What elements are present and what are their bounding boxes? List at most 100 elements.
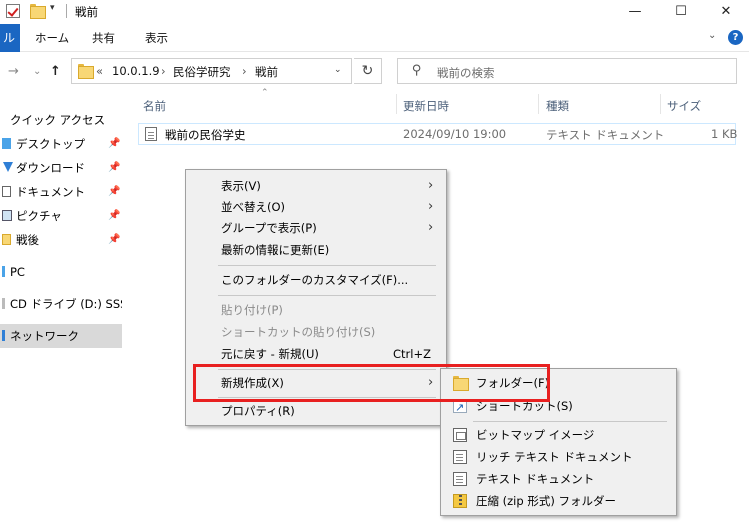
new-folder-icon[interactable]: [30, 4, 46, 19]
submenu-item-text-document[interactable]: テキスト ドキュメント: [443, 468, 675, 490]
submenu-arrow-icon: ›: [428, 199, 434, 214]
menu-item-label: グループで表示(P): [221, 221, 317, 235]
nav-item-label: ダウンロード: [16, 161, 85, 175]
address-overflow[interactable]: «: [96, 64, 103, 78]
help-icon[interactable]: ?: [728, 30, 743, 45]
network-icon: [2, 330, 5, 341]
back-arrow-icon[interactable]: →: [8, 64, 19, 79]
folder-icon: [2, 234, 11, 245]
address-dropdown-icon[interactable]: ⌄: [334, 65, 342, 75]
search-input[interactable]: ⚲ 戦前の検索: [397, 58, 737, 84]
tab-share[interactable]: 共有: [92, 24, 115, 52]
menu-item-shortcut: Ctrl+Z: [393, 347, 431, 361]
pin-icon: 📌: [108, 210, 121, 221]
file-type: テキスト ドキュメント: [546, 128, 665, 142]
nav-item-label: ネットワーク: [10, 329, 79, 343]
text-file-icon: [145, 127, 157, 141]
file-modified: 2024/09/10 19:00: [403, 127, 507, 141]
submenu-item-rich-text[interactable]: リッチ テキスト ドキュメント: [443, 446, 675, 468]
maximize-button[interactable]: ☐: [658, 0, 704, 24]
column-header-type[interactable]: 種類: [546, 98, 569, 114]
menu-item-group-by[interactable]: グループで表示(P) ›: [188, 217, 444, 239]
download-icon: [3, 162, 13, 172]
text-document-icon: [453, 472, 467, 486]
menu-item-label: ショートカットの貼り付け(S): [221, 325, 376, 339]
nav-item-label: ドキュメント: [16, 185, 85, 199]
menu-item-paste: 貼り付け(P): [188, 299, 444, 321]
highlight-box: [193, 364, 550, 402]
menu-item-view[interactable]: 表示(V) ›: [188, 175, 444, 197]
nav-item-network[interactable]: ネットワーク: [0, 324, 122, 348]
search-placeholder: 戦前の検索: [437, 66, 495, 80]
ribbon-expand-chevron-icon[interactable]: ⌄: [708, 30, 716, 41]
tab-view[interactable]: 表示: [145, 24, 168, 52]
ribbon-tabs: ル ホーム 共有 表示 ⌄ ?: [0, 24, 749, 52]
documents-icon: [2, 186, 11, 197]
rich-text-icon: [453, 450, 467, 464]
submenu-item-zip-folder[interactable]: 圧縮 (zip 形式) フォルダー: [443, 490, 675, 512]
menu-item-label: プロパティ(R): [221, 404, 295, 418]
address-folder-icon: [78, 64, 94, 79]
sort-ascending-icon: ⌃: [261, 88, 269, 98]
properties-check-icon[interactable]: [6, 4, 20, 18]
nav-item-label: PC: [10, 265, 25, 279]
menu-item-label: 表示(V): [221, 179, 261, 193]
nav-item-label: ピクチャ: [16, 209, 62, 223]
menu-item-customize-folder[interactable]: このフォルダーのカスタマイズ(F)...: [188, 269, 444, 291]
pc-icon: [2, 266, 5, 277]
nav-item-documents[interactable]: ドキュメント 📌: [0, 180, 122, 204]
up-arrow-icon[interactable]: ↑: [50, 64, 61, 79]
submenu-item-label: ビットマップ イメージ: [476, 428, 595, 442]
submenu-item-bitmap[interactable]: ビットマップ イメージ: [443, 424, 675, 446]
submenu-arrow-icon: ›: [428, 178, 434, 193]
column-divider[interactable]: [396, 94, 397, 114]
address-separator[interactable]: ›: [161, 64, 166, 78]
menu-item-sort[interactable]: 並べ替え(O) ›: [188, 196, 444, 218]
cd-drive-icon: [2, 298, 5, 309]
window-title: 戦前: [75, 5, 98, 19]
title-separator: [66, 4, 67, 18]
nav-item-label: CD ドライブ (D:) SSS_X6: [10, 297, 122, 311]
nav-item-pictures[interactable]: ピクチャ 📌: [0, 204, 122, 228]
column-divider[interactable]: [538, 94, 539, 114]
nav-item-desktop[interactable]: デスクトップ 📌: [0, 132, 122, 156]
menu-item-label: 最新の情報に更新(E): [221, 243, 330, 257]
nav-item-downloads[interactable]: ダウンロード 📌: [0, 156, 122, 180]
address-segment-current[interactable]: 戦前: [255, 64, 278, 80]
close-button[interactable]: ✕: [703, 0, 749, 24]
quick-access-dropdown-icon[interactable]: ▾: [50, 3, 55, 13]
column-header-modified[interactable]: 更新日時: [403, 98, 449, 114]
tab-home[interactable]: ホーム: [35, 24, 69, 52]
nav-item-sengo-folder[interactable]: 戦後 📌: [0, 228, 122, 252]
address-segment-folder[interactable]: 民俗学研究: [173, 64, 231, 80]
menu-item-undo-new[interactable]: 元に戻す - 新規(U) Ctrl+Z: [188, 343, 444, 365]
file-size: 1 KB: [711, 127, 738, 141]
column-header-name[interactable]: 名前: [143, 98, 166, 114]
recent-locations-chevron-icon[interactable]: ⌄: [33, 66, 41, 77]
pictures-icon: [2, 210, 12, 221]
nav-item-quick-access[interactable]: クイック アクセス: [0, 108, 122, 132]
address-bar[interactable]: « 10.0.1.9 › 民俗学研究 › 戦前 ⌄: [71, 58, 352, 84]
title-bar: ▾ 戦前 — ☐ ✕: [0, 0, 749, 24]
menu-item-refresh[interactable]: 最新の情報に更新(E): [188, 239, 444, 261]
refresh-button[interactable]: ↻: [354, 58, 382, 84]
nav-item-label: デスクトップ: [16, 137, 85, 151]
address-separator[interactable]: ›: [242, 64, 247, 78]
nav-item-pc[interactable]: PC: [0, 260, 122, 284]
bitmap-icon: [453, 428, 467, 442]
file-row[interactable]: 戦前の民俗学史 2024/09/10 19:00 テキスト ドキュメント 1 K…: [138, 123, 738, 145]
menu-item-properties[interactable]: プロパティ(R): [188, 400, 444, 422]
column-divider[interactable]: [660, 94, 661, 114]
nav-item-label: クイック アクセス: [10, 113, 106, 127]
address-segment-host[interactable]: 10.0.1.9: [112, 64, 160, 78]
menu-separator: [218, 265, 436, 266]
nav-item-cd-drive[interactable]: CD ドライブ (D:) SSS_X6: [0, 292, 122, 316]
menu-item-label: 元に戻す - 新規(U): [221, 347, 319, 361]
submenu-item-label: 圧縮 (zip 形式) フォルダー: [476, 494, 616, 508]
minimize-button[interactable]: —: [612, 0, 658, 24]
search-icon: ⚲: [412, 63, 422, 78]
tab-file[interactable]: ル: [0, 24, 20, 52]
navigation-pane: クイック アクセス デスクトップ 📌 ダウンロード 📌 ドキュメント 📌 ピクチ…: [0, 96, 124, 527]
column-header-size[interactable]: サイズ: [667, 98, 701, 114]
menu-item-label: 並べ替え(O): [221, 200, 286, 214]
